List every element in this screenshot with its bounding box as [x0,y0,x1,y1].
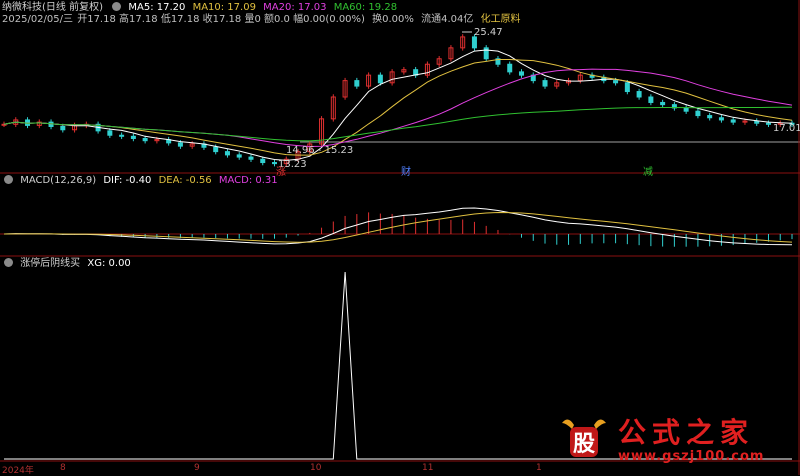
high-price-label: 25.47 [474,27,503,38]
candle-body [507,63,513,73]
ma5-value: MA5: 17.20 [128,2,186,13]
bull-logo-icon: 股 [562,419,606,457]
candle-body [130,135,136,140]
candle-body [483,47,489,60]
macd-dea-line [3,211,793,243]
ma20-value: MA20: 17.03 [263,2,327,13]
range-label: 14.96 - 15.23 [286,145,353,156]
chart-canvas: 25.47 13.23 14.96 - 15.23 17.01 [0,0,800,475]
candle-body [636,91,642,98]
quote-turnover: 换0.00% [372,14,414,25]
quote-info-line: 2025/02/05/三 开17.18 高17.18 低17.18 收17.18… [2,14,525,26]
ma60-value: MA60: 19.28 [333,2,398,13]
macd-panel-header: MACD(12,26,9) DIF: -0.40 DEA: -0.56 MACD… [2,175,282,187]
quote-amount: 额0.0 [264,14,290,25]
candle-body [542,80,548,87]
quote-change: 幅0.00(0.00%) [293,14,365,25]
candle-body [683,107,689,112]
candle-body [119,134,125,137]
macd-value: MACD: 0.31 [218,175,278,186]
candle-body [354,80,360,87]
candle-body [718,117,724,121]
candle-body [730,119,736,123]
xg-title[interactable]: 涨停后阴线买 [20,258,80,269]
candle-body [660,101,666,106]
candle-body [107,130,113,136]
quote-industry[interactable]: 化工原料 [481,14,521,25]
candle-body [518,71,524,76]
candle-body [260,158,266,164]
date-tick-year: 2024年 [2,466,34,476]
macd-title[interactable]: MACD(12,26,9) [20,175,96,186]
candle-body [213,146,219,153]
date-tick-aug: 8 [60,463,66,473]
date-tick-jan: 1 [536,463,542,473]
date-tick-nov: 11 [422,463,434,473]
date-tick-oct: 10 [310,463,322,473]
candle-body [613,80,619,84]
watermark: 股 公式之家 www.gszj100.com [552,409,792,469]
xg-value: XG: 0.00 [87,258,131,269]
candle-body [695,110,701,117]
quote-volume: 量0 [244,14,261,25]
macd-dif-value: DIF: -0.40 [103,175,152,186]
last-price-label: 17.01 [773,123,800,134]
macd-dif-dea-lines [3,207,793,246]
watermark-brand: 公式之家 [618,416,755,449]
candle-body [377,74,383,84]
candle-body [624,82,630,93]
quote-float-cap: 流通4.04亿 [421,14,474,25]
marker-reduce[interactable]: 减 [643,163,653,178]
candle-body [707,115,713,119]
candle-body [248,156,254,160]
marker-finance[interactable]: 财 [401,163,411,178]
candle-body [142,138,148,142]
candle-body [648,96,654,103]
eye-icon[interactable] [112,2,122,11]
quote-date: 2025/02/05/三 [2,14,74,25]
watermark-url: www.gszj100.com [618,449,765,464]
xg-panel-header: 涨停后阴线买 XG: 0.00 [2,258,135,270]
candle-body [177,142,183,147]
quote-ohlc: 开17.18 高17.18 低17.18 收17.18 [77,14,242,25]
chart-period[interactable]: (日线 前复权) [42,2,103,13]
logo-glyph: 股 [573,431,595,457]
date-tick-sep: 9 [194,463,200,473]
eye-icon[interactable] [4,258,13,267]
macd-dea-value: DEA: -0.56 [158,175,212,186]
ma10-value: MA10: 17.09 [192,2,256,13]
candle-body [60,125,66,131]
price-panel-header: 纳微科技(日线 前复权) MA5: 17.20 MA10: 17.09 MA20… [2,2,401,14]
candle-body [765,122,771,125]
candlestick-series [1,34,795,167]
eye-icon[interactable] [4,175,13,184]
candle-body [236,154,242,158]
candle-body [224,151,230,156]
stock-name[interactable]: 纳微科技 [2,2,42,13]
candle-body [471,36,477,49]
